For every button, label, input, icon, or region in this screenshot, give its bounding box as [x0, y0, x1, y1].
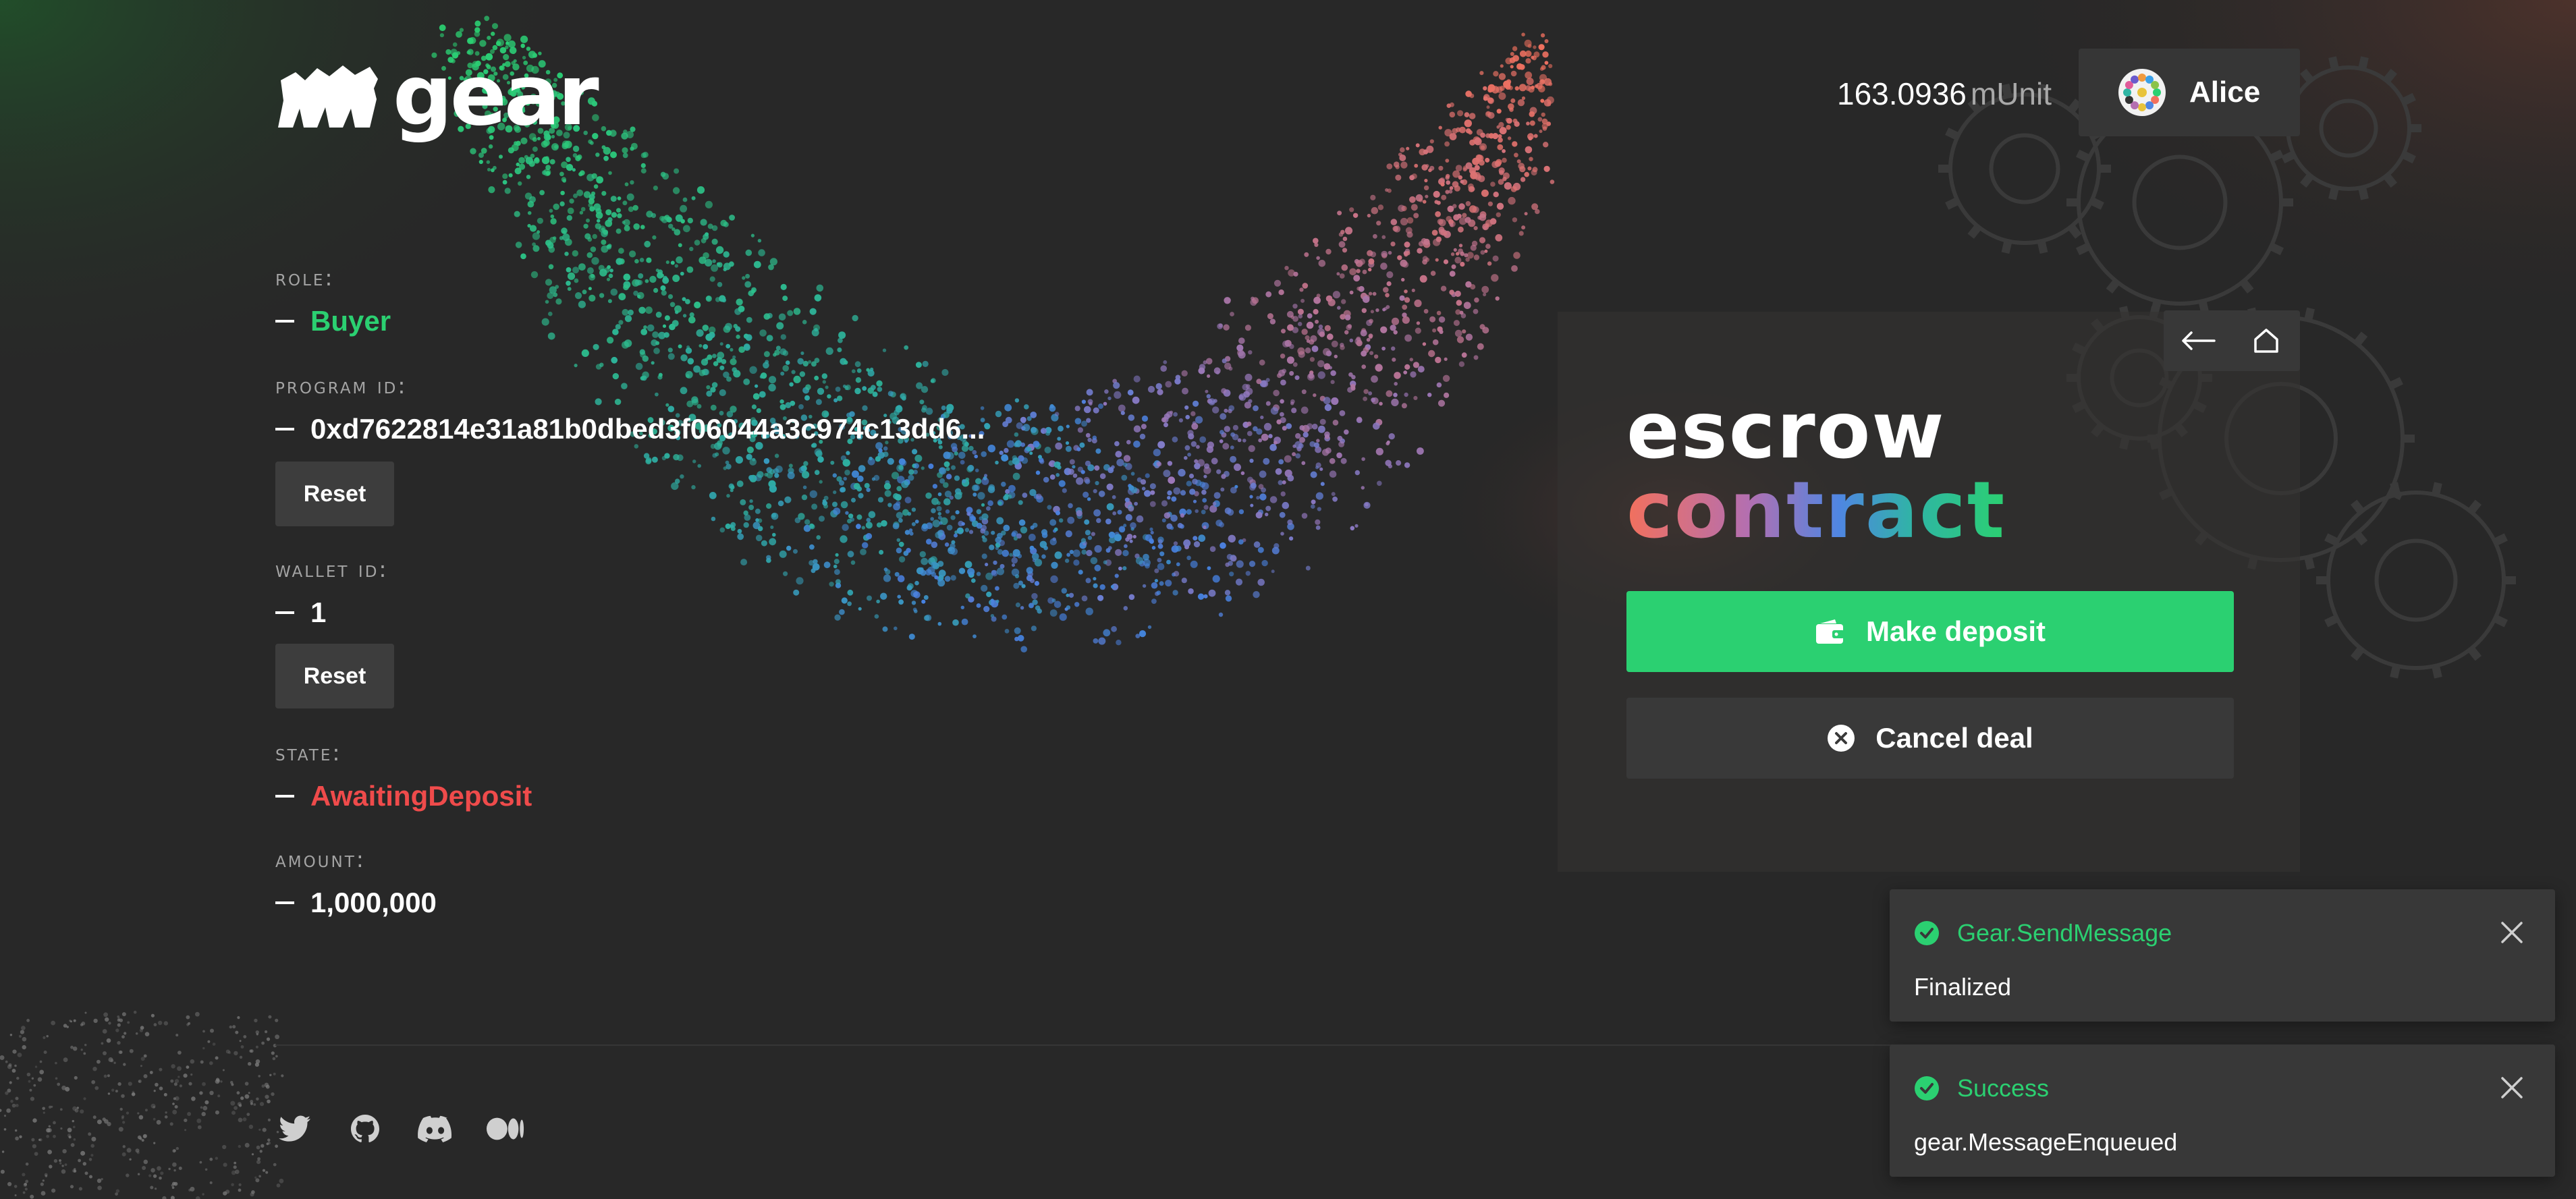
amount-value: 1,000,000: [310, 887, 437, 918]
escrow-contract-title: escrow contract: [1626, 391, 2006, 551]
state-label: State:: [275, 740, 342, 766]
close-circle-icon: [1828, 725, 1855, 752]
make-deposit-button[interactable]: Make deposit: [1626, 591, 2234, 672]
program-id-label: Program ID:: [275, 372, 408, 399]
make-deposit-label: Make deposit: [1865, 615, 2046, 647]
gear-logo[interactable]: gear: [275, 47, 599, 144]
toast-title: Success: [1957, 1074, 2050, 1102]
wallet-id-reset-button[interactable]: Reset: [275, 644, 394, 708]
close-icon[interactable]: [2498, 1074, 2525, 1101]
home-button[interactable]: [2232, 310, 2300, 371]
wallet-id-value: 1: [310, 596, 327, 628]
account-name: Alice: [2189, 76, 2261, 109]
balance-value: 163.0936: [1837, 76, 1967, 111]
close-icon[interactable]: [2498, 919, 2525, 946]
twitter-link[interactable]: [275, 1109, 314, 1148]
toast-notification: Gear.SendMessage Finalized: [1890, 889, 2555, 1022]
cancel-deal-button[interactable]: Cancel deal: [1626, 698, 2234, 779]
state-row: AwaitingDeposit: [275, 780, 532, 812]
dash-marker: [275, 901, 294, 904]
amount-row: 1,000,000: [275, 887, 437, 919]
discord-icon: [418, 1115, 452, 1142]
dash-marker: [275, 795, 294, 798]
check-circle-icon: [1915, 1076, 1939, 1100]
role-value: Buyer: [310, 305, 391, 337]
dash-marker: [275, 320, 294, 323]
toast-message: gear.MessageEnqueued: [1914, 1128, 2178, 1156]
toast-title-row: Success: [1914, 1074, 2049, 1103]
wallet-id-row: 1: [275, 596, 326, 629]
dash-marker: [275, 611, 294, 614]
role-label: Role:: [275, 264, 335, 291]
program-id-reset-button[interactable]: Reset: [275, 462, 394, 526]
dash-marker: [275, 428, 294, 430]
logo-text: gear: [393, 47, 599, 144]
role-value-row: Buyer: [275, 305, 391, 337]
account-avatar-icon: [2118, 69, 2166, 116]
wallet-icon: [1815, 619, 1844, 644]
back-button[interactable]: [2164, 310, 2232, 371]
card-navigation: [2164, 310, 2300, 371]
check-circle-icon: [1915, 921, 1939, 945]
gear-logo-icon: [278, 65, 378, 128]
github-icon: [351, 1115, 379, 1142]
program-id-row: 0xd7622814e31a81b0dbed3f06044a3c974c13dd…: [275, 413, 985, 445]
program-id-value: 0xd7622814e31a81b0dbed3f06044a3c974c13dd…: [310, 413, 985, 445]
cancel-deal-label: Cancel deal: [1875, 722, 2033, 754]
title-line-contract: contract: [1626, 465, 2006, 556]
title-line-escrow: escrow: [1626, 385, 1946, 476]
toast-notification: Success gear.MessageEnqueued: [1890, 1044, 2555, 1177]
account-balance: 163.0936 mUnit: [1837, 76, 2052, 112]
balance-unit: mUnit: [1970, 76, 2052, 111]
account-button[interactable]: Alice: [2079, 49, 2300, 136]
social-links: [275, 1109, 525, 1148]
discord-link[interactable]: [416, 1109, 455, 1148]
github-link[interactable]: [346, 1109, 385, 1148]
amount-label: Amount:: [275, 846, 366, 872]
state-value: AwaitingDeposit: [310, 780, 532, 812]
wallet-id-label: Wallet ID:: [275, 556, 389, 582]
toast-message: Finalized: [1914, 973, 2012, 1001]
medium-icon: [486, 1117, 524, 1140]
medium-link[interactable]: [486, 1109, 525, 1148]
home-icon: [2253, 329, 2278, 353]
twitter-icon: [279, 1115, 310, 1142]
toast-title-row: Gear.SendMessage: [1914, 919, 2172, 947]
arrow-left-icon: [2181, 331, 2216, 350]
toast-title: Gear.SendMessage: [1957, 919, 2172, 947]
